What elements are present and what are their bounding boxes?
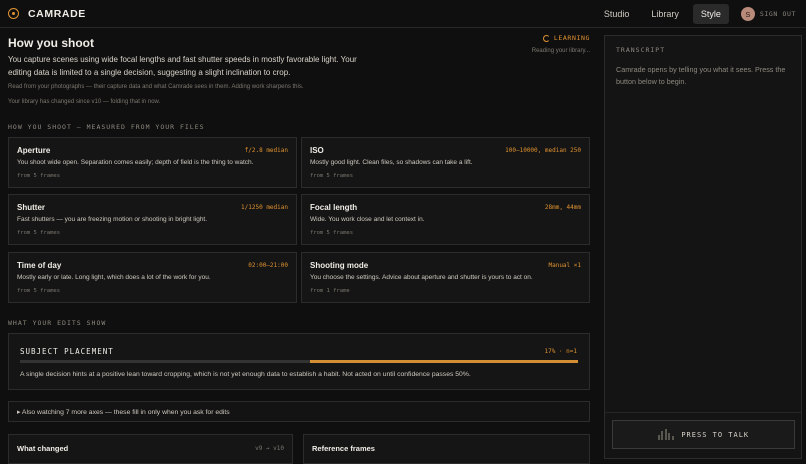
transcript-title: TRANSCRIPT	[616, 46, 666, 54]
top-bar: CAMRADE Studio Library Style S SIGN OUT	[0, 0, 806, 28]
card-value: 1/1250 median	[241, 204, 288, 211]
card-value: Manual ×1	[548, 262, 581, 269]
library-changed-note: Your library has changed since v10 — fol…	[8, 99, 161, 105]
card-description: Fast shutters — you are freezing motion …	[17, 216, 208, 223]
card-name: ISO	[310, 146, 324, 155]
metric-card-aperture: Aperture f/2.8 median You shoot wide ope…	[8, 137, 297, 188]
press-to-talk-button[interactable]: PRESS TO TALK	[612, 420, 795, 449]
app-name: CAMRADE	[28, 7, 86, 20]
card-value: 02:00–21:00	[248, 262, 288, 269]
edit-name: SUBJECT PLACEMENT	[20, 347, 114, 356]
metric-card-focal-length: Focal length 28mm, 44mm Wide. You work c…	[301, 194, 590, 245]
card-frames: from 1 frame	[310, 288, 350, 294]
tab-style[interactable]: Style	[692, 4, 729, 24]
edit-card-subject-placement: SUBJECT PLACEMENT 17% · n=1 A single dec…	[8, 333, 590, 390]
tab-library[interactable]: Library	[643, 4, 687, 24]
card-description: Wide. You work close and let context in.	[310, 216, 425, 223]
lean-bar-track	[20, 360, 578, 363]
main-content: How you shoot LEARNING Reading your libr…	[0, 28, 598, 464]
metric-card-time-of-day: Time of day 02:00–21:00 Mostly early or …	[8, 252, 297, 303]
card-value: f/2.8 median	[244, 147, 288, 154]
card-name: Shooting mode	[310, 261, 369, 270]
card-description: You shoot wide open. Separation comes ea…	[17, 159, 254, 166]
card-frames: from 5 frames	[310, 230, 354, 236]
card-name: Shutter	[17, 203, 45, 212]
transcript-text: Camrade opens by telling you what it see…	[616, 65, 786, 86]
edit-description: A single decision hints at a positive le…	[20, 371, 471, 378]
transcript-panel: TRANSCRIPT Camrade opens by telling you …	[604, 35, 802, 459]
loading-spinner-icon	[542, 34, 550, 42]
card-description: Mostly early or late. Long light, which …	[17, 274, 211, 281]
metric-card-iso: ISO 100–10000, median 250 Mostly good li…	[301, 137, 590, 188]
card-frames: from 5 frames	[17, 173, 61, 179]
metric-card-shooting-mode: Shooting mode Manual ×1 You choose the s…	[301, 252, 590, 303]
edits-section-title: WHAT YOUR EDITS SHOW	[8, 319, 107, 327]
learning-status: LEARNING	[542, 34, 590, 42]
card-description: Mostly good light. Clean files, so shado…	[310, 159, 473, 166]
card-value: 100–10000, median 250	[505, 147, 581, 154]
camrade-logo-icon	[8, 8, 19, 19]
main-nav: Studio Library Style S SIGN OUT	[596, 0, 806, 28]
divider	[605, 412, 801, 413]
edit-value: 17% · n=1	[544, 348, 577, 355]
card-name: Aperture	[17, 146, 51, 155]
also-watching-toggle[interactable]: ▸ Also watching 7 more axes — these fill…	[8, 401, 590, 422]
card-description: You choose the settings. Advice about ap…	[310, 274, 533, 281]
version-change: v9 → v10	[255, 445, 284, 452]
learning-label: LEARNING	[553, 34, 590, 42]
sign-out-button[interactable]: SIGN OUT	[760, 10, 796, 18]
card-frames: from 5 frames	[17, 230, 61, 236]
press-to-talk-label: PRESS TO TALK	[681, 430, 750, 439]
card-frames: from 5 frames	[310, 173, 354, 179]
audio-bars-icon	[657, 429, 676, 440]
metric-card-shutter: Shutter 1/1250 median Fast shutters — yo…	[8, 194, 297, 245]
what-changed-card[interactable]: What changed v9 → v10	[8, 434, 293, 464]
tab-studio[interactable]: Studio	[596, 4, 638, 24]
card-name: Time of day	[17, 261, 62, 270]
reference-frames-card[interactable]: Reference frames	[303, 434, 590, 464]
shoot-section-title: HOW YOU SHOOT — MEASURED FROM YOUR FILES	[8, 123, 205, 131]
source-note: Read from your photographs — their captu…	[8, 84, 304, 90]
card-value: 28mm, 44mm	[544, 204, 581, 211]
learning-substatus: Reading your library...	[531, 48, 590, 54]
reference-frames-title: Reference frames	[312, 444, 375, 453]
avatar[interactable]: S	[740, 7, 755, 21]
card-frames: from 5 frames	[17, 288, 61, 294]
style-summary: You capture scenes using wide focal leng…	[8, 55, 357, 77]
card-name: Focal length	[310, 203, 358, 212]
brand[interactable]: CAMRADE	[8, 8, 86, 20]
page-title: How you shoot	[8, 36, 94, 50]
lean-bar-fill	[310, 360, 578, 363]
what-changed-title: What changed	[17, 444, 69, 453]
